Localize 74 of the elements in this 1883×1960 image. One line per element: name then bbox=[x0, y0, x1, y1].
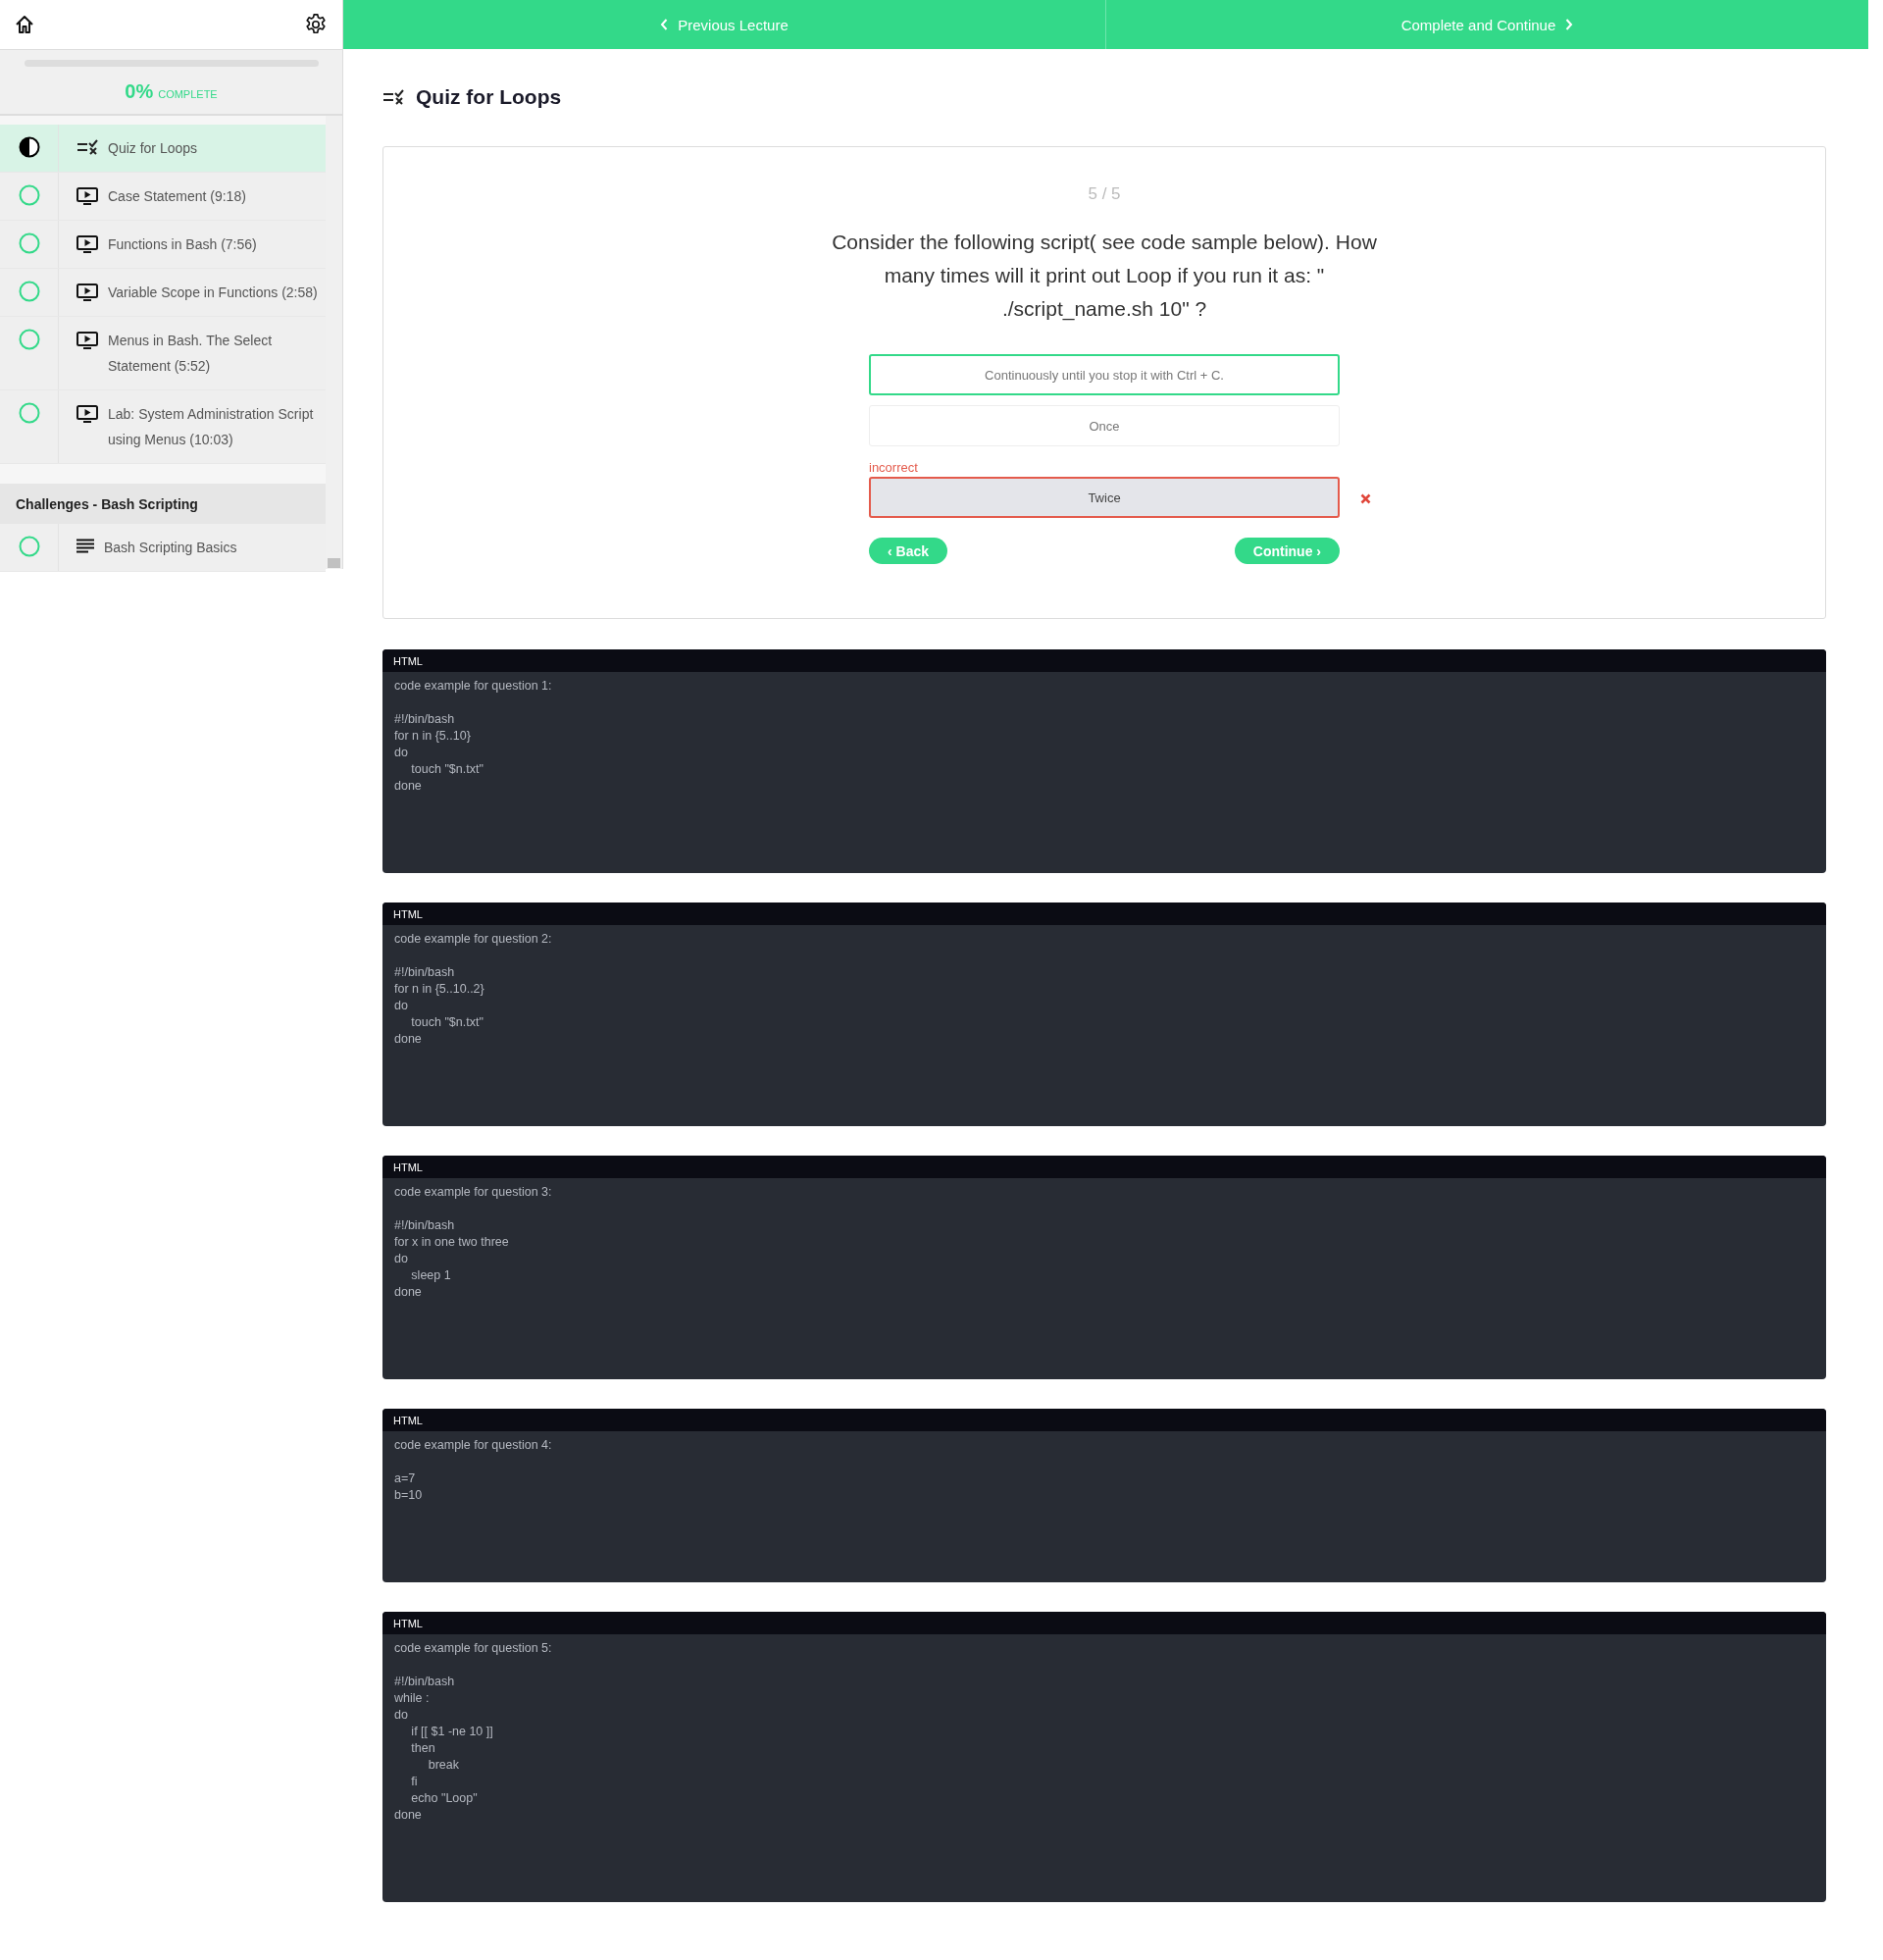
code-caption: code example for question 4: bbox=[394, 1437, 553, 1454]
lecture-title: Variable Scope in Functions (2:58) bbox=[108, 284, 318, 302]
home-icon[interactable] bbox=[15, 15, 34, 34]
lecture-title: Case Statement (9:18) bbox=[108, 187, 246, 206]
answer-option[interactable]: Once bbox=[869, 405, 1340, 446]
lecture-title: Bash Scripting Basics bbox=[104, 539, 237, 557]
code-line: for n in {5..10} bbox=[394, 728, 472, 745]
code-line: #!/bin/bash bbox=[394, 1217, 456, 1234]
lecture-item[interactable]: Quiz for Loops bbox=[0, 125, 326, 173]
language-label: HTML bbox=[393, 1414, 423, 1426]
code-caption: code example for question 1: bbox=[394, 678, 553, 695]
code-line: done bbox=[394, 1807, 423, 1824]
lecture-title: Quiz for Loops bbox=[416, 85, 562, 109]
progress-label: COMPLETE bbox=[158, 88, 218, 100]
language-label: HTML bbox=[393, 907, 423, 920]
lecture-title: Functions in Bash (7:56) bbox=[108, 235, 257, 254]
answer-option[interactable]: Continuously until you stop it with Ctrl + C. bbox=[869, 354, 1340, 395]
quiz-icon bbox=[382, 89, 404, 105]
language-label: HTML bbox=[393, 1617, 423, 1629]
code-line: a=7 bbox=[394, 1470, 417, 1487]
code-line: touch "$n.txt" bbox=[410, 761, 484, 778]
code-line: while : bbox=[394, 1690, 431, 1707]
video-icon bbox=[76, 405, 98, 424]
code-line: do bbox=[394, 1251, 409, 1267]
section-header[interactable]: Challenges - Bash Scripting bbox=[0, 484, 326, 524]
video-icon bbox=[76, 187, 98, 206]
code-line: do bbox=[394, 1707, 409, 1724]
lecture-item[interactable]: Lab: System Administration Script using Menus (10:03) bbox=[0, 390, 326, 464]
code-line: if [[ $1 -ne 10 ]] bbox=[410, 1724, 494, 1740]
lecture-item[interactable]: Variable Scope in Functions (2:58) bbox=[0, 269, 326, 317]
code-line: b=10 bbox=[394, 1487, 424, 1504]
chevron-right-icon bbox=[1565, 19, 1574, 30]
code-line: done bbox=[394, 1031, 423, 1048]
code-line: fi bbox=[410, 1774, 419, 1790]
cross-icon bbox=[1360, 493, 1371, 504]
code-line: echo "Loop" bbox=[410, 1790, 479, 1807]
code-line: break bbox=[427, 1757, 460, 1774]
lecture-title: Lab: System Administration Script using Menus (10:03) bbox=[108, 405, 315, 449]
code-line: touch "$n.txt" bbox=[410, 1014, 484, 1031]
code-line: done bbox=[394, 1284, 423, 1301]
progress-percent: 0% bbox=[125, 80, 154, 103]
chevron-left-icon bbox=[660, 19, 669, 30]
quiz-icon bbox=[76, 139, 98, 155]
code-caption: code example for question 5: bbox=[394, 1640, 553, 1657]
video-icon bbox=[76, 284, 98, 302]
code-line: #!/bin/bash bbox=[394, 964, 456, 981]
lecture-item[interactable]: Case Statement (9:18) bbox=[0, 173, 326, 221]
language-label: HTML bbox=[393, 654, 423, 667]
code-line: then bbox=[410, 1740, 436, 1757]
code-caption: code example for question 3: bbox=[394, 1184, 553, 1201]
code-line: sleep 1 bbox=[410, 1267, 452, 1284]
settings-icon[interactable] bbox=[305, 14, 327, 35]
feedback-text: incorrect bbox=[869, 460, 919, 475]
code-line: #!/bin/bash bbox=[394, 711, 456, 728]
lecture-item[interactable]: Bash Scripting Basics bbox=[0, 524, 326, 572]
answer-option[interactable]: Twice bbox=[869, 477, 1340, 518]
language-label: HTML bbox=[393, 1161, 423, 1173]
video-icon bbox=[76, 235, 98, 254]
video-icon bbox=[76, 332, 98, 350]
lecture-item[interactable]: Menus in Bash. The Select Statement (5:52) bbox=[0, 317, 326, 390]
code-line: for n in {5..10..2} bbox=[394, 981, 485, 998]
lecture-title: Quiz for Loops bbox=[108, 139, 198, 158]
lecture-title: Menus in Bash. The Select Statement (5:52) bbox=[108, 332, 274, 376]
text-lines-icon bbox=[76, 539, 94, 553]
question-counter: 5 / 5 bbox=[1088, 184, 1121, 204]
scrollbar-thumb[interactable] bbox=[328, 558, 340, 568]
code-line: do bbox=[394, 745, 409, 761]
question-text: Consider the following script( see code sample below). How many times will it print out Loop if you run it as: " ./script_name.sh 10" ? bbox=[831, 230, 1378, 323]
code-line: do bbox=[394, 998, 409, 1014]
code-line: done bbox=[394, 778, 423, 795]
code-caption: code example for question 2: bbox=[394, 931, 553, 948]
code-line: #!/bin/bash bbox=[394, 1674, 456, 1690]
code-line: for x in one two three bbox=[394, 1234, 510, 1251]
lecture-item[interactable]: Functions in Bash (7:56) bbox=[0, 221, 326, 269]
